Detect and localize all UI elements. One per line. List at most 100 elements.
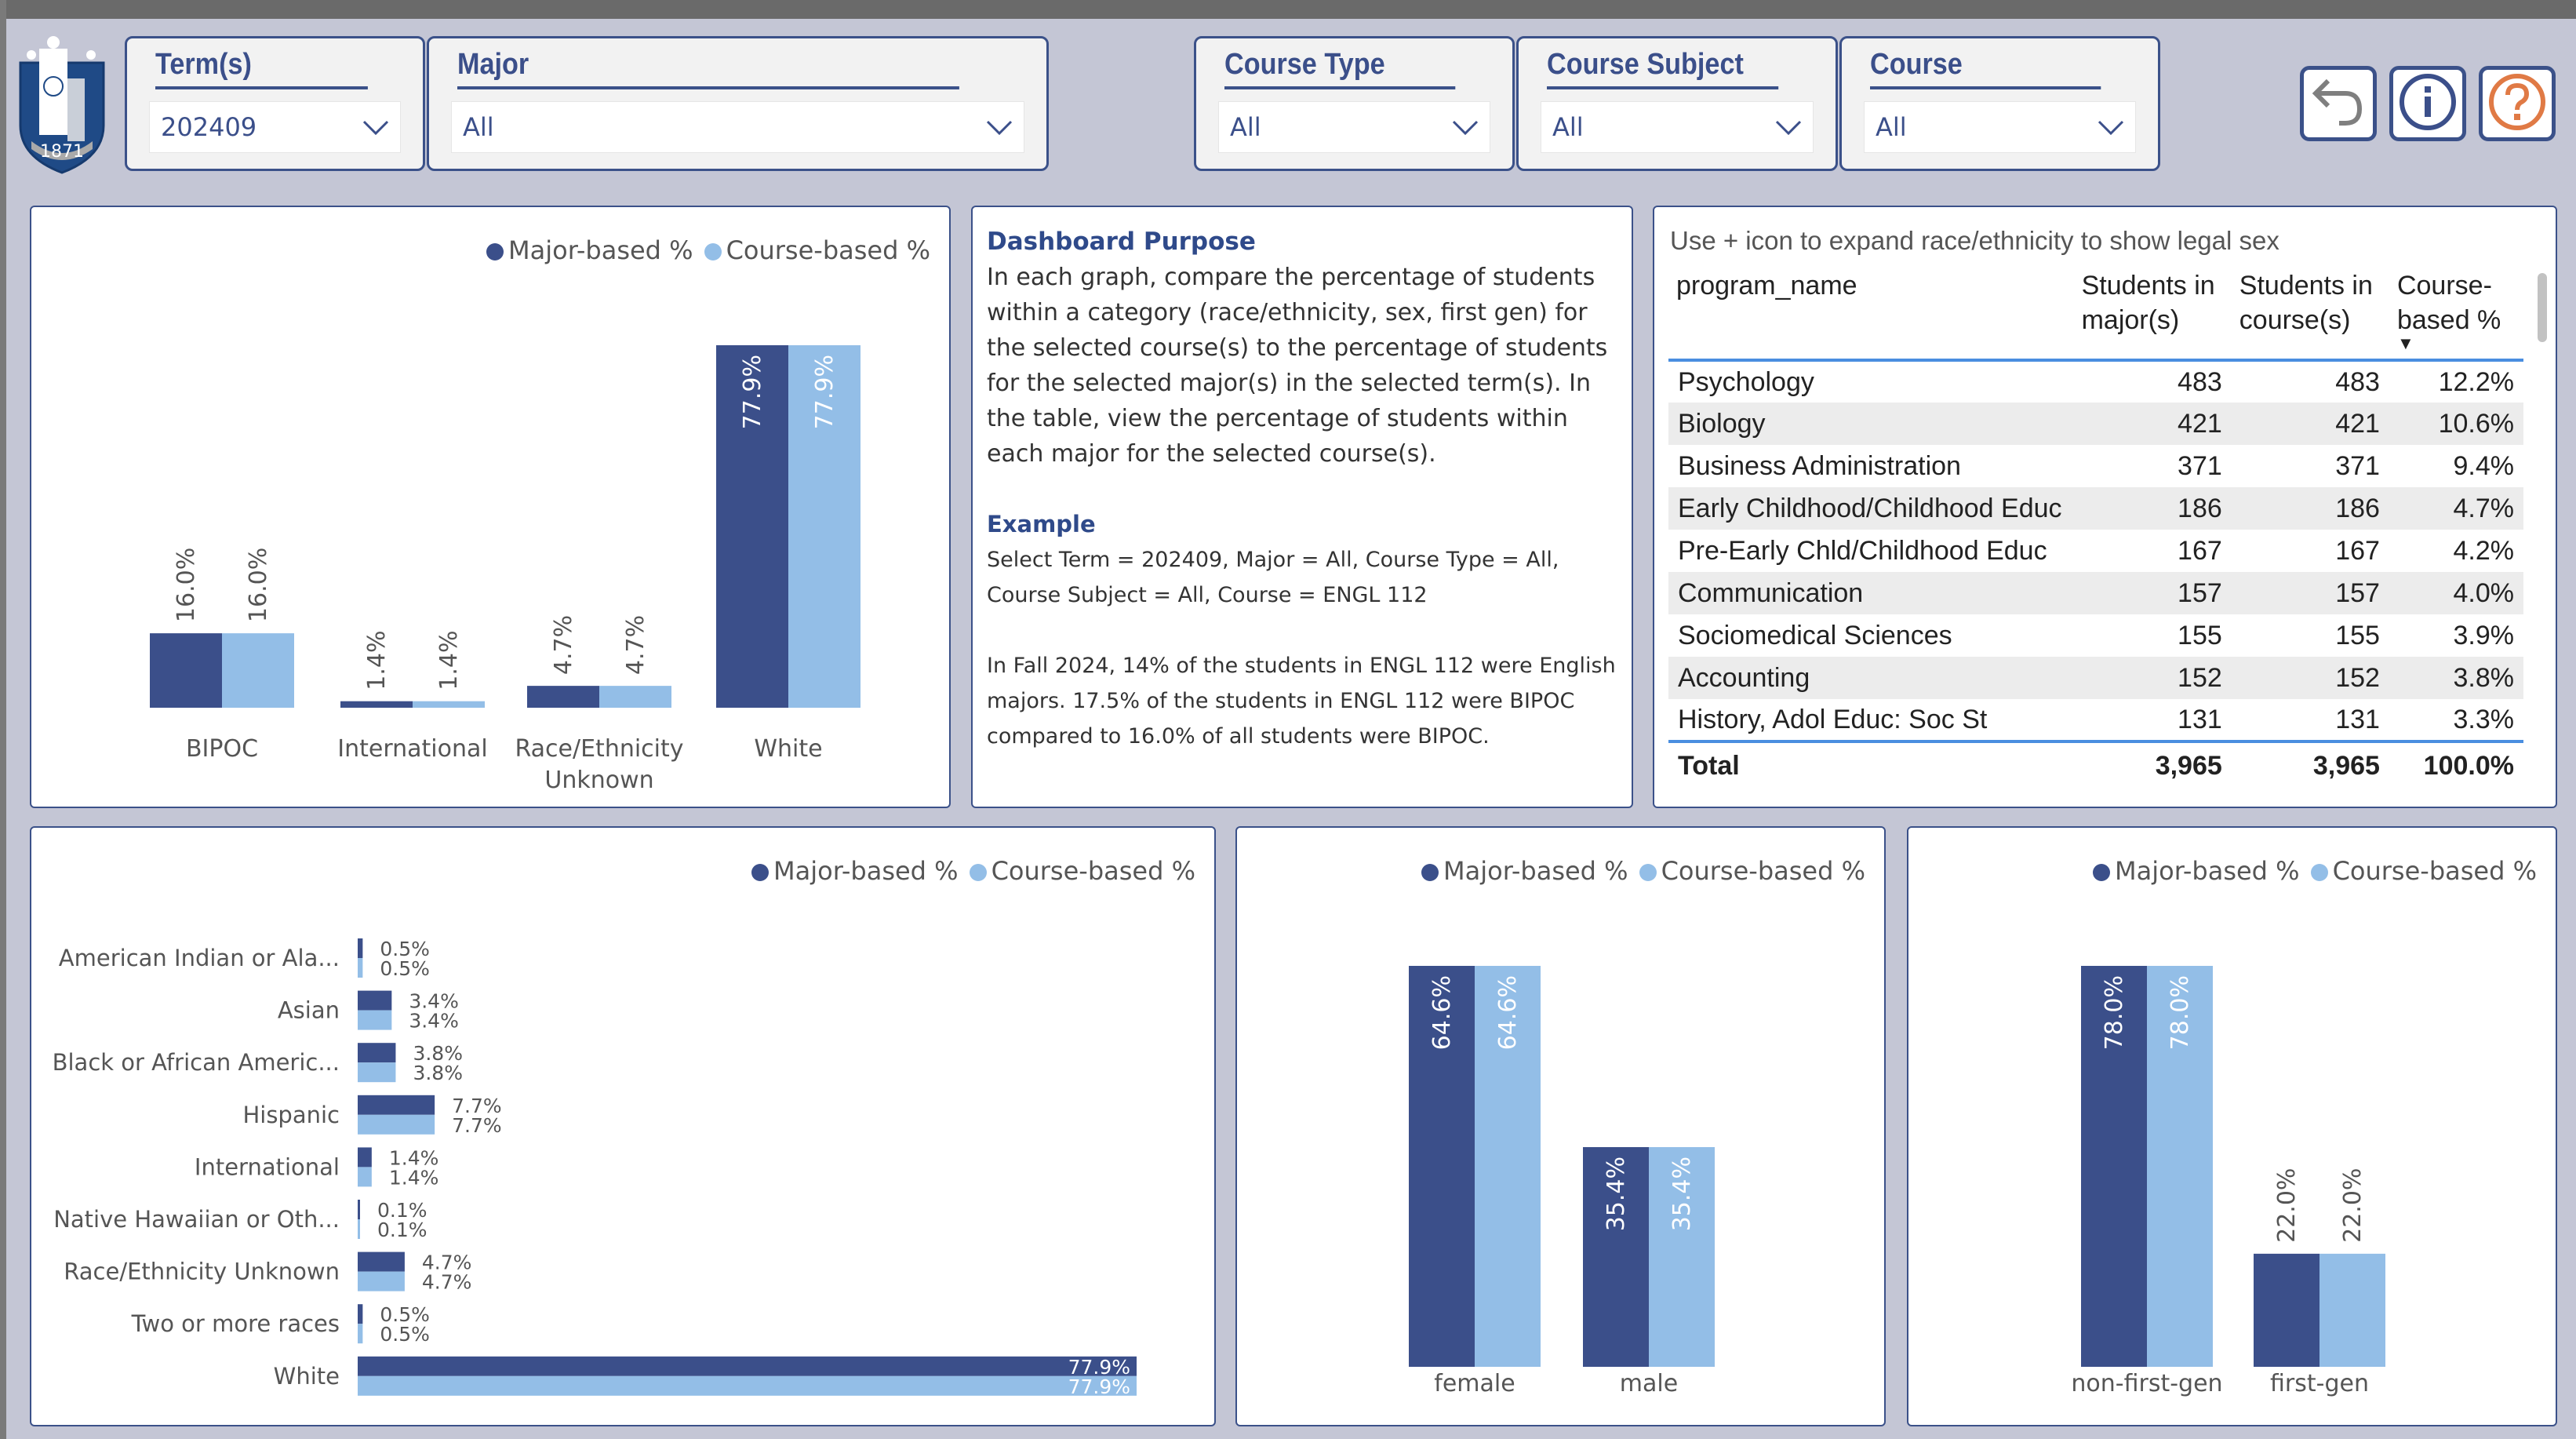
category-label: Race/Ethnicity Unknown [64, 1259, 340, 1285]
data-label: 22.0% [2273, 1168, 2301, 1243]
term-dropdown[interactable]: 202409 [149, 101, 401, 153]
data-label: 78.0% [2101, 975, 2128, 1050]
category-label: Race/Ethnicity [515, 735, 683, 763]
bar-course[interactable] [599, 686, 671, 708]
bar-course[interactable] [222, 633, 294, 708]
table-row[interactable]: Sociomedical Sciences 155 155 3.9% [1668, 614, 2523, 657]
value-cell: 157 [2231, 572, 2389, 614]
data-label: 77.9% [811, 355, 839, 429]
bar-course[interactable] [358, 1219, 360, 1239]
example-text: In Fall 2024, 14% of the students in ENG… [987, 654, 1616, 749]
category-label: White [754, 735, 822, 763]
program-name-cell: History, Adol Educ: Soc St [1678, 704, 1988, 734]
help-button[interactable] [2479, 66, 2556, 141]
data-label: 22.0% [2339, 1168, 2367, 1243]
data-label: 77.9% [1068, 1375, 1130, 1398]
value-cell: 4.7% [2389, 487, 2523, 530]
bar-major[interactable] [358, 990, 392, 1011]
value-cell: 371 [2335, 450, 2380, 481]
program-name-cell: Early Childhood/Childhood Educ [1668, 487, 2074, 530]
data-label: 0.1% [377, 1219, 428, 1241]
bar-course[interactable] [413, 701, 485, 708]
table-row[interactable]: History, Adol Educ: Soc St 131 131 3.3% [1668, 699, 2523, 741]
bar-major[interactable] [340, 701, 413, 708]
sort-descending-icon[interactable]: ▼ [2397, 326, 2414, 361]
course-subject-slicer: Course Subject All [1516, 36, 1838, 171]
chart-plot: 16.0% 16.0% BIPOC 1.4% 1.4% International 4.7%… [150, 345, 860, 794]
category-label: Hispanic [242, 1102, 340, 1128]
bar-course[interactable] [358, 1375, 1137, 1396]
column-header-program[interactable]: program_name [1668, 268, 2074, 362]
dropdown-value: All [463, 112, 494, 142]
bar-major[interactable] [150, 633, 222, 708]
back-button[interactable] [2300, 66, 2377, 141]
dropdown-value: 202409 [161, 112, 257, 142]
table-row[interactable]: Pre-Early Chld/Childhood Educ 167 167 4.2% [1668, 530, 2523, 572]
course-type-dropdown[interactable]: All [1218, 101, 1490, 153]
dropdown-value: All [1876, 112, 1907, 142]
bar-major[interactable] [2254, 1253, 2319, 1367]
bar-major[interactable] [358, 1095, 435, 1115]
value-cell: 421 [2073, 403, 2232, 445]
table-note: Use + icon to expand race/ethnicity to s… [1670, 226, 2279, 255]
category-label: non-first-gen [2071, 1370, 2222, 1397]
dropdown-value: All [1230, 112, 1261, 142]
table-scrollbar[interactable] [2538, 273, 2547, 342]
bar-major[interactable] [358, 1043, 396, 1063]
bar-course[interactable] [2319, 1253, 2385, 1367]
column-header-students-major[interactable]: Students in major(s) [2073, 268, 2232, 362]
race-ethnicity-detail-chart: Major-based % Course-based % American Ind… [30, 826, 1216, 1426]
course-subject-dropdown[interactable]: All [1541, 101, 1814, 153]
table-row[interactable]: Early Childhood/Childhood Educ 186 186 4.7% [1668, 487, 2523, 530]
table-row[interactable]: Business Administration 371 371 9.4% [1668, 445, 2523, 487]
value-cell: 3.3% [2453, 704, 2515, 734]
chevron-down-icon [2098, 112, 2124, 142]
data-label: 64.6% [1428, 975, 1456, 1050]
info-button[interactable] [2389, 66, 2466, 141]
course-dropdown[interactable]: All [1864, 101, 2136, 153]
data-label: 35.4% [1603, 1157, 1630, 1231]
category-label: Unknown [544, 767, 653, 794]
data-label: 1.4% [363, 630, 391, 690]
bar-course[interactable] [358, 958, 363, 978]
window-left-edge [0, 0, 6, 1439]
bar-course[interactable] [358, 1114, 435, 1135]
program-name-cell: Accounting [1668, 657, 2074, 699]
data-label: 0.5% [380, 957, 430, 980]
table-row[interactable]: Psychology 483 483 12.2% [1668, 360, 2523, 403]
value-cell: 186 [2073, 487, 2232, 530]
bar-course[interactable] [358, 1010, 392, 1030]
chevron-down-icon [1775, 112, 1802, 142]
back-arrow-icon [2311, 75, 2366, 133]
bar-major[interactable] [358, 1304, 363, 1324]
bar-major[interactable] [358, 1200, 360, 1219]
table-row[interactable]: Biology 421 421 10.6% [1668, 403, 2523, 445]
total-cell: 3,965 [2073, 740, 2232, 789]
category-label: International [195, 1153, 340, 1180]
table-row[interactable]: Accounting 152 152 3.8% [1668, 657, 2523, 699]
data-label: 4.7% [550, 615, 577, 675]
purpose-body: In each graph, compare the percentage of… [987, 264, 1608, 468]
bar-course[interactable] [358, 1062, 396, 1083]
bar-major[interactable] [358, 938, 363, 958]
bar-course[interactable] [358, 1167, 372, 1187]
slicer-title: Term(s) [155, 48, 368, 89]
bar-major[interactable] [358, 1356, 1137, 1376]
column-header-course-pct[interactable]: Course-based % ▼ [2389, 268, 2523, 362]
category-label: Black or African Americ... [53, 1049, 340, 1076]
slicer-title: Course [1870, 48, 2101, 89]
data-label: 16.0% [245, 548, 272, 622]
bar-course[interactable] [358, 1271, 405, 1291]
table-row[interactable]: Communication 157 157 4.0% [1668, 572, 2523, 614]
bar-course[interactable] [358, 1324, 363, 1344]
bar-major[interactable] [527, 686, 599, 708]
bar-major[interactable] [358, 1147, 372, 1168]
data-label: 1.4% [389, 1166, 439, 1189]
data-label: 4.7% [422, 1271, 472, 1294]
major-dropdown[interactable]: All [451, 101, 1024, 153]
bar-major[interactable] [358, 1251, 405, 1272]
race-ethnicity-group-chart: Major-based % Course-based % 16.0% 16.0% BI… [30, 206, 951, 808]
category-label: Two or more races [131, 1310, 340, 1337]
column-header-students-course[interactable]: Students in course(s) [2231, 268, 2389, 362]
course-type-slicer: Course Type All [1194, 36, 1515, 171]
